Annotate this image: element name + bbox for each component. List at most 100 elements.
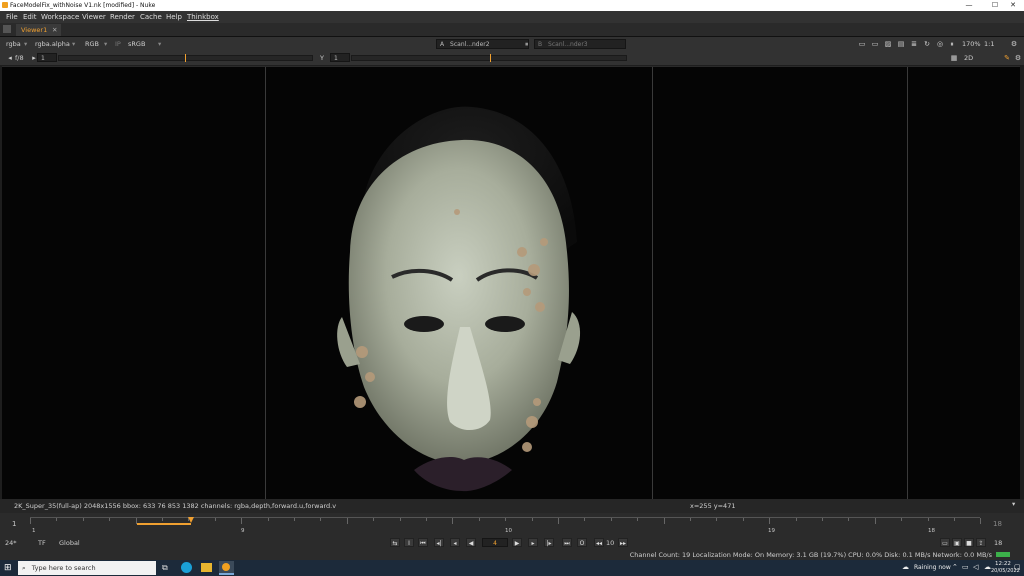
- step-back-icon[interactable]: ◂: [450, 538, 460, 547]
- pane-menu-icon[interactable]: [3, 25, 11, 33]
- taskbar-search-box[interactable]: ⌕ Type here to search: [18, 561, 156, 575]
- bounce-icon[interactable]: ▭: [940, 538, 950, 547]
- alpha-channel-dropdown[interactable]: rgba.alpha: [35, 39, 70, 49]
- search-icon: ⌕: [22, 564, 26, 572]
- gain-slider-handle[interactable]: [185, 54, 186, 62]
- onedrive-icon[interactable]: ☁: [984, 563, 991, 571]
- menu-edit[interactable]: Edit: [23, 13, 37, 21]
- windows-taskbar: ⊞ ⌕ Type here to search ⧉ ☁ Raining now …: [0, 560, 1024, 576]
- file-explorer-icon[interactable]: [201, 563, 212, 572]
- menu-file[interactable]: File: [6, 13, 18, 21]
- timeline[interactable]: 1 1 9 10 19 18 18: [0, 513, 1024, 536]
- gamma-slider[interactable]: [351, 54, 627, 62]
- cache-icon[interactable]: ▣: [952, 538, 962, 547]
- ab-separator-icon: ⏸: [525, 40, 529, 48]
- menu-thinkbox[interactable]: Thinkbox: [187, 13, 219, 21]
- settings-icon[interactable]: ⚙: [1010, 40, 1018, 48]
- in-point-icon[interactable]: I: [404, 538, 414, 547]
- tab-bar: Viewer1 ✕: [0, 23, 1024, 37]
- tab-viewer1[interactable]: Viewer1 ✕: [16, 24, 61, 36]
- paint-icon[interactable]: ✎: [1003, 54, 1011, 62]
- menu-render[interactable]: Render: [110, 13, 135, 21]
- lock-range-icon[interactable]: ■: [964, 538, 974, 547]
- last-frame-value[interactable]: 18: [994, 538, 1002, 548]
- timeline-tick: [399, 518, 401, 521]
- timeline-tick: [426, 518, 427, 521]
- roi-icon[interactable]: ▭: [858, 40, 866, 48]
- tray-chevron-icon[interactable]: ⌃: [952, 563, 958, 571]
- timeline-tick: [769, 518, 771, 524]
- timeline-tick: [214, 518, 216, 521]
- go-to-start-icon[interactable]: ⏮: [418, 538, 428, 547]
- timeline-tick-label: 1: [32, 528, 36, 534]
- skip-back-icon[interactable]: ◂◂: [594, 538, 604, 547]
- lock-icon[interactable]: ◎: [936, 40, 944, 48]
- global-range-dropdown[interactable]: Global: [59, 538, 80, 548]
- refresh-icon[interactable]: ↻: [923, 40, 931, 48]
- safe-area-icon[interactable]: ▭: [871, 40, 879, 48]
- export-icon[interactable]: ⇪: [976, 538, 986, 547]
- input-b-dropdown[interactable]: B Scanl...nder3: [534, 39, 626, 49]
- menu-workspace[interactable]: Workspace: [41, 13, 79, 21]
- play-backward-icon[interactable]: ◀: [466, 538, 476, 547]
- view-mode-dropdown[interactable]: 2D: [964, 53, 973, 63]
- current-frame-input[interactable]: 4: [482, 538, 508, 547]
- frame-increment[interactable]: 10: [606, 538, 614, 548]
- menu-help[interactable]: Help: [166, 13, 182, 21]
- tf-dropdown[interactable]: TF: [38, 538, 46, 548]
- task-view-icon[interactable]: ⧉: [162, 563, 168, 573]
- viewer-settings-icon[interactable]: ⚙: [1014, 54, 1022, 62]
- tab-label: Viewer1: [21, 26, 48, 34]
- notifications-icon[interactable]: ▢: [1014, 563, 1021, 571]
- fps-dropdown[interactable]: 24*: [5, 538, 17, 548]
- histogram-icon[interactable]: ≣: [910, 40, 918, 48]
- overlay-icon[interactable]: ▨: [884, 40, 892, 48]
- go-to-end-icon[interactable]: ⏭: [562, 538, 572, 547]
- ip-toggle[interactable]: IP: [115, 39, 121, 49]
- tab-close-icon[interactable]: ✕: [52, 26, 57, 34]
- timeline-start-frame[interactable]: 1: [12, 520, 16, 528]
- skip-forward-icon[interactable]: ▸▸: [618, 538, 628, 547]
- close-button[interactable]: ✕: [1002, 0, 1024, 11]
- windows-start-icon[interactable]: ⊞: [4, 563, 12, 573]
- pause-icon[interactable]: ⏸: [948, 40, 956, 48]
- timeline-end-frame[interactable]: 18: [993, 520, 1002, 528]
- timeline-tick: [690, 518, 691, 521]
- gain-input[interactable]: 1: [37, 53, 57, 62]
- weather-text[interactable]: Raining now: [914, 564, 951, 571]
- colorspace-dropdown[interactable]: sRGB: [128, 39, 145, 49]
- input-a-dropdown[interactable]: A Scanl...nder2: [436, 39, 529, 49]
- display-style-dropdown[interactable]: RGB: [85, 39, 99, 49]
- previous-keyframe-icon[interactable]: ◂|: [434, 538, 444, 547]
- frame-range-icon[interactable]: ⇆: [390, 538, 400, 547]
- info-expand-icon[interactable]: ▾: [1012, 500, 1015, 508]
- gain-slider[interactable]: [58, 54, 313, 62]
- volume-icon[interactable]: ◁: [973, 563, 978, 571]
- viewer-toolbar-bottom: ◂ f/8 ▸ 1 Y 1 ▦ 2D ✎ ⚙: [0, 51, 1024, 65]
- network-icon[interactable]: ▭: [962, 563, 969, 571]
- clock-time[interactable]: 12:22: [995, 561, 1011, 567]
- playhead-marker[interactable]: [188, 517, 194, 523]
- play-forward-icon[interactable]: ▶: [512, 538, 522, 547]
- next-keyframe-icon[interactable]: |▸: [544, 538, 554, 547]
- status-bar: Channel Count: 19 Localization Mode: On …: [0, 550, 1024, 560]
- zoom-level[interactable]: 170%: [962, 39, 981, 49]
- menu-cache[interactable]: Cache: [140, 13, 162, 21]
- fstop-left-arrow-icon[interactable]: ◂: [6, 54, 14, 62]
- nuke-taskbar-icon[interactable]: [219, 561, 234, 575]
- edge-browser-icon[interactable]: [181, 562, 192, 573]
- viewer-mode-icon[interactable]: ▦: [950, 54, 958, 62]
- viewer-canvas[interactable]: [2, 66, 1020, 499]
- gamma-slider-handle[interactable]: [490, 54, 491, 62]
- gamma-input[interactable]: 1: [330, 53, 350, 62]
- wipe-icon[interactable]: ▤: [897, 40, 905, 48]
- step-forward-icon[interactable]: ▸: [528, 538, 538, 547]
- weather-icon[interactable]: ☁: [902, 563, 909, 571]
- menu-viewer[interactable]: Viewer: [82, 13, 106, 21]
- minimize-button[interactable]: —: [958, 0, 980, 11]
- alpha-arrow-icon: ▾: [72, 40, 76, 48]
- fstop-value[interactable]: f/8: [15, 53, 24, 63]
- channels-dropdown[interactable]: rgba: [6, 39, 21, 49]
- proxy-dropdown[interactable]: 1:1: [984, 39, 994, 49]
- out-point-icon[interactable]: O: [577, 538, 587, 547]
